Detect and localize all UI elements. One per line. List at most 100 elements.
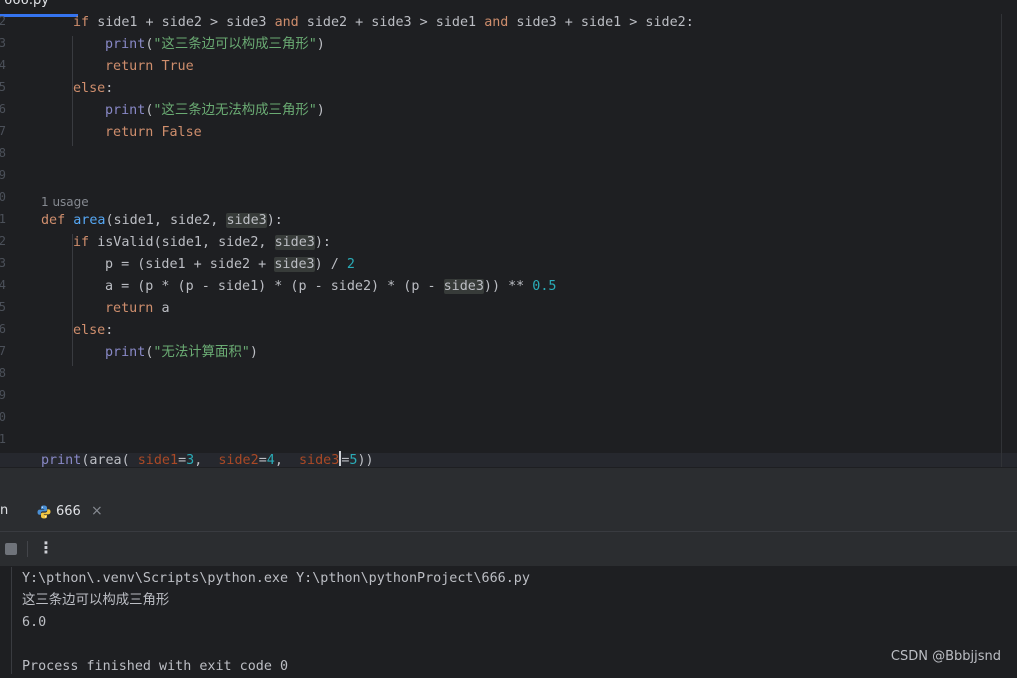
code-token: area	[73, 213, 106, 228]
code-token: =	[258, 453, 267, 467]
code-token: False	[161, 125, 202, 140]
code-token: p = (side1 + side2 +	[105, 257, 275, 272]
code-token: :	[105, 81, 114, 96]
console-gutter	[0, 567, 12, 674]
run-panel-label: n	[0, 503, 9, 518]
code-token: ))	[357, 453, 374, 467]
code-token: "这三条边可以构成三角形"	[153, 37, 317, 52]
code-token: )	[249, 345, 258, 360]
code-token: if	[73, 15, 98, 30]
code-token: if	[73, 235, 98, 250]
console-line: Process finished with exit code 0	[22, 659, 289, 674]
code-line[interactable]: else:	[73, 78, 113, 100]
right-margin-guide	[1001, 14, 1002, 467]
line-number: 8	[0, 146, 6, 160]
code-token: a = (p * (p - side1) * (p - side2) * (p …	[105, 279, 444, 294]
code-token: side2	[210, 453, 259, 467]
code-token: print	[105, 37, 146, 52]
code-token: and	[274, 15, 299, 30]
code-token: side1 + side2 > side3	[97, 15, 275, 30]
code-token: return	[105, 125, 162, 140]
code-token: (side1, side2,	[105, 213, 227, 228]
line-number: 6	[0, 322, 6, 336]
code-line[interactable]: print("无法计算面积")	[105, 342, 258, 364]
code-token: ) /	[314, 257, 347, 272]
code-token: else	[73, 323, 106, 338]
code-line[interactable]: else:	[73, 320, 113, 342]
code-token: 3	[186, 453, 195, 467]
code-token: return	[105, 301, 162, 316]
line-number: 5	[0, 80, 6, 94]
code-token: ):	[314, 235, 331, 250]
code-token: isValid(side1, side2,	[97, 235, 275, 250]
code-token: "这三条边无法构成三角形"	[153, 103, 317, 118]
line-number: 1	[0, 432, 6, 446]
code-editor[interactable]: 666.py 2 3 4 5 6 7 8 9 0 1 2 3 4 5 6 7 8 9 0 1 1 usage if s…	[0, 0, 1017, 467]
line-number: 5	[0, 300, 6, 314]
code-token: (area(	[81, 453, 130, 467]
code-line[interactable]: return True	[105, 56, 194, 78]
line-number: 6	[0, 102, 6, 116]
code-token: return	[105, 59, 162, 74]
code-token: side3	[443, 279, 484, 294]
line-number: 7	[0, 344, 6, 358]
code-token: side3	[274, 257, 315, 272]
code-line[interactable]: if side1 + side2 > side3 and side2 + sid…	[73, 12, 694, 34]
code-token: print	[105, 103, 146, 118]
line-number: 2	[0, 234, 6, 248]
code-token: side3	[290, 453, 340, 467]
line-number: 3	[0, 256, 6, 270]
line-number: 2	[0, 14, 6, 28]
line-number: 1	[0, 212, 6, 226]
usage-hint[interactable]: 1 usage	[41, 194, 89, 210]
console-line: Y:\pthon\.venv\Scripts\python.exe Y:\pth…	[22, 571, 530, 586]
code-token: =	[178, 453, 187, 467]
more-options-icon[interactable]: ⋮	[38, 539, 54, 557]
code-token: )) **	[483, 279, 533, 294]
code-token: a	[161, 301, 170, 316]
code-line[interactable]: return False	[105, 122, 202, 144]
code-line[interactable]: return a	[105, 298, 170, 320]
line-number: 0	[0, 410, 6, 424]
console-line: 这三条边可以构成三角形	[22, 593, 170, 608]
code-token: :	[105, 323, 114, 338]
code-token: ):	[266, 213, 283, 228]
code-line[interactable]: print("这三条边无法构成三角形")	[105, 100, 325, 122]
code-token: 4	[266, 453, 275, 467]
code-line[interactable]: def area(side1, side2, side3):	[41, 210, 283, 232]
code-token: and	[484, 15, 509, 30]
code-token: else	[73, 81, 106, 96]
code-line[interactable]: a = (p * (p - side1) * (p - side2) * (p …	[105, 276, 556, 298]
run-tool-window: n 666 × ⋮ Y:\pthon\.venv\Scripts\python.…	[0, 467, 1017, 674]
code-token: side1	[129, 453, 179, 467]
run-toolbar: ⋮	[0, 532, 1017, 567]
code-token: 0.5	[532, 279, 557, 294]
code-token: 2	[346, 257, 355, 272]
code-line[interactable]: print(area( side1=3, side2=4, side3 =5))	[41, 450, 374, 467]
code-token: ,	[274, 453, 291, 467]
code-token: )	[316, 103, 325, 118]
console-output[interactable]: Y:\pthon\.venv\Scripts\python.exe Y:\pth…	[0, 567, 1017, 674]
line-number: 3	[0, 36, 6, 50]
code-line[interactable]: p = (side1 + side2 + side3) / 2	[105, 254, 355, 276]
line-number: 7	[0, 124, 6, 138]
editor-tab-666-py[interactable]: 666.py	[0, 0, 78, 14]
code-line[interactable]: if isValid(side1, side2, side3):	[73, 232, 331, 254]
code-token: side3 + side1 > side2:	[508, 15, 694, 30]
line-number: 4	[0, 58, 6, 72]
code-line[interactable]: print("这三条边可以构成三角形")	[105, 34, 325, 56]
stop-icon[interactable]	[5, 543, 17, 555]
line-number: 9	[0, 388, 6, 402]
line-number: 8	[0, 366, 6, 380]
code-token: print	[105, 345, 146, 360]
code-token: side2 + side3 > side1	[298, 15, 485, 30]
code-token: ,	[194, 453, 211, 467]
python-icon	[37, 505, 51, 519]
panel-splitter[interactable]	[0, 467, 1017, 492]
run-tab-label: 666	[56, 504, 81, 519]
line-number: 0	[0, 190, 6, 204]
code-token: def	[41, 213, 74, 228]
run-tab-666[interactable]: 666 ×	[28, 498, 110, 526]
code-token: print	[41, 453, 82, 467]
close-icon[interactable]: ×	[91, 503, 103, 519]
